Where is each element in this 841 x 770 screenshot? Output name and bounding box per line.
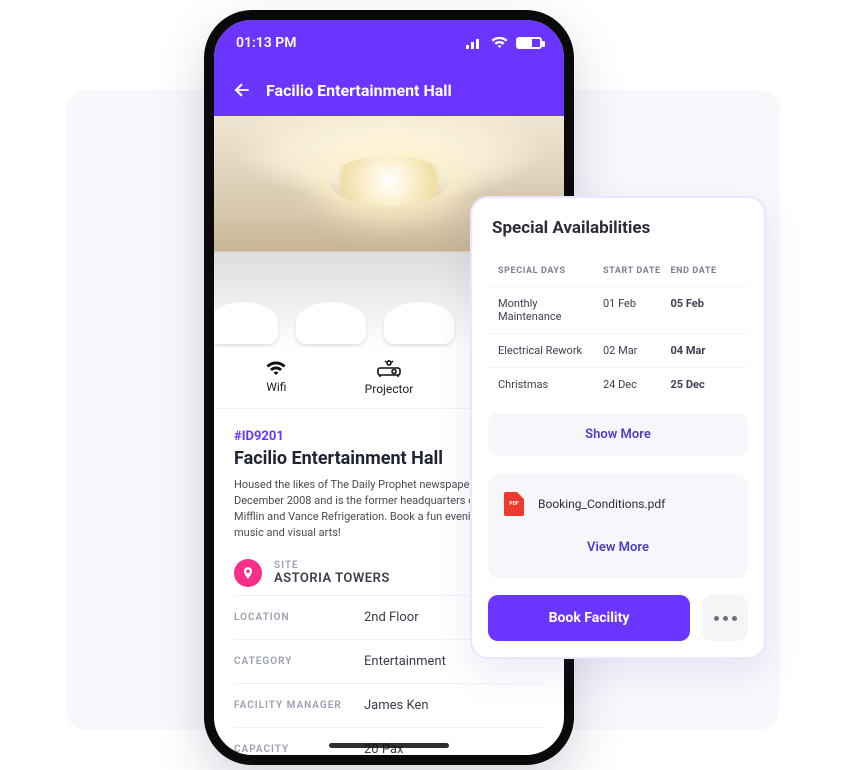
file-row[interactable]: PDF Booking_Conditions.pdf xyxy=(504,492,732,516)
row-value: James Ken xyxy=(364,698,429,713)
cell-start: 01 Feb xyxy=(603,297,671,323)
col-start-date: START DATE xyxy=(603,266,671,276)
view-more-button[interactable]: View More xyxy=(504,526,732,569)
special-availabilities-card: Special Availabilities SPECIAL DAYS STAR… xyxy=(470,196,766,659)
show-more-button[interactable]: Show More xyxy=(488,413,748,456)
back-icon[interactable] xyxy=(232,80,252,100)
row-label: CATEGORY xyxy=(234,656,364,667)
status-icons xyxy=(466,37,542,49)
cell-end: 05 Feb xyxy=(671,297,739,323)
site-value: ASTORIA TOWERS xyxy=(274,571,390,586)
cell-name: Monthly Maintenance xyxy=(498,297,603,323)
battery-icon xyxy=(516,37,542,49)
row-value: Entertainment xyxy=(364,654,446,669)
col-special-days: SPECIAL DAYS xyxy=(498,266,603,276)
table-header: SPECIAL DAYS START DATE END DATE xyxy=(488,256,748,286)
special-table: SPECIAL DAYS START DATE END DATE Monthly… xyxy=(488,256,748,401)
row-value: 2nd Floor xyxy=(364,610,419,625)
cell-start: 24 Dec xyxy=(603,378,671,391)
cell-name: Electrical Rework xyxy=(498,344,603,357)
special-title: Special Availabilities xyxy=(488,218,748,238)
wifi-icon xyxy=(266,360,286,376)
signal-icon xyxy=(466,37,483,49)
status-time: 01:13 PM xyxy=(236,35,297,51)
wifi-status-icon xyxy=(491,37,508,49)
cell-start: 02 Mar xyxy=(603,344,671,357)
cta-row: Book Facility xyxy=(488,595,748,641)
amenity-label: Projector xyxy=(365,382,414,396)
status-bar: 01:13 PM xyxy=(214,20,564,66)
attachments-box: PDF Booking_Conditions.pdf View More xyxy=(488,474,748,579)
pdf-icon: PDF xyxy=(504,492,524,516)
book-facility-button[interactable]: Book Facility xyxy=(488,595,690,641)
amenity-label: Wifi xyxy=(266,380,286,394)
amenity-projector[interactable]: Projector xyxy=(344,360,434,396)
home-indicator[interactable] xyxy=(329,743,449,748)
table-row: Electrical Rework 02 Mar 04 Mar xyxy=(488,333,748,367)
site-label: SITE xyxy=(274,560,390,571)
table-row: Christmas 24 Dec 25 Dec xyxy=(488,367,748,401)
dot-icon xyxy=(714,616,719,621)
cell-end: 04 Mar xyxy=(671,344,739,357)
row-label: LOCATION xyxy=(234,612,364,623)
chandelier-graphic xyxy=(329,156,449,206)
more-actions-button[interactable] xyxy=(702,595,748,641)
table-row: Monthly Maintenance 01 Feb 05 Feb xyxy=(488,286,748,333)
amenity-wifi[interactable]: Wifi xyxy=(231,360,321,396)
dot-icon xyxy=(732,616,737,621)
row-label: FACILITY MANAGER xyxy=(234,700,364,711)
dot-icon xyxy=(723,616,728,621)
location-pin-icon xyxy=(234,559,262,587)
cell-name: Christmas xyxy=(498,378,603,391)
row-manager: FACILITY MANAGER James Ken xyxy=(234,683,544,727)
cell-end: 25 Dec xyxy=(671,378,739,391)
projector-icon xyxy=(377,360,401,378)
col-end-date: END DATE xyxy=(671,266,739,276)
file-name: Booking_Conditions.pdf xyxy=(538,497,665,511)
nav-header: Facilio Entertainment Hall xyxy=(214,66,564,116)
page-title: Facilio Entertainment Hall xyxy=(266,81,452,100)
